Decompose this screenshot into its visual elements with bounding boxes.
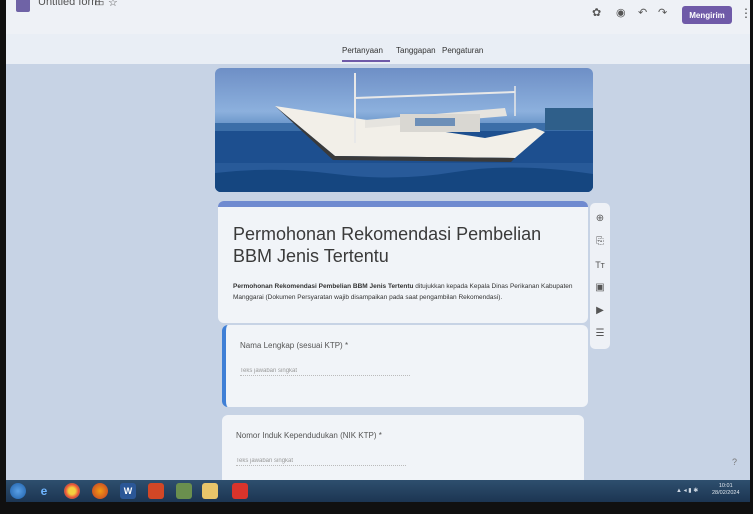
form-tabs: Pertanyaan Tanggapan Pengaturan [6,34,750,64]
form-description[interactable]: Permohonan Rekomendasi Pembelian BBM Jen… [233,281,578,303]
clock-time: 10:01 [718,483,733,489]
add-video-icon[interactable]: ▶ [594,305,606,317]
short-answer-input[interactable] [236,457,406,466]
powerpoint-icon[interactable] [148,483,164,499]
short-answer-input[interactable] [240,367,410,376]
form-title[interactable]: Untitled form [38,0,100,8]
windows-taskbar: e W ▲ ◂ ▮ ✱ 10:01 28/02/2024 [6,480,750,502]
header-image [215,68,593,192]
form-title-card[interactable]: Permohonan Rekomendasi Pembelian BBM Jen… [218,201,588,323]
system-tray-icons[interactable]: ▲ ◂ ▮ ✱ [676,487,698,494]
active-tab-indicator [342,60,390,62]
add-section-icon[interactable]: ☰ [594,328,606,340]
add-image-icon[interactable]: ▣ [594,282,606,294]
form-heading[interactable]: Permohonan Rekomendasi Pembelian BBM Jen… [233,223,578,267]
boat-image [215,73,593,192]
import-questions-icon[interactable]: ⎘ [594,236,606,248]
undo-icon[interactable]: ↶ [638,6,647,19]
star-icon[interactable]: ☆ [108,0,118,9]
folder-icon[interactable]: ▭ [94,0,104,9]
word-icon[interactable]: W [120,483,136,499]
question-label: Nama Lengkap (sesuai KTP) * [240,341,349,350]
question-card-name[interactable]: Nama Lengkap (sesuai KTP) * [222,325,588,407]
google-forms-icon[interactable] [16,0,30,12]
preview-eye-icon[interactable]: ◉ [616,6,626,19]
add-title-icon[interactable]: Tт [594,259,606,271]
pdf-reader-icon[interactable] [232,483,248,499]
tab-settings[interactable]: Pengaturan [442,46,483,55]
chrome-icon[interactable] [64,483,80,499]
clock-date: 28/02/2024 [712,490,740,496]
firefox-icon[interactable] [92,483,108,499]
app-icon[interactable] [176,483,192,499]
more-options-icon[interactable]: ⋮ [740,6,750,20]
question-card-nik[interactable]: Nomor Induk Kependudukan (NIK KTP) * [222,415,584,480]
send-button[interactable]: Mengirim [682,6,732,24]
browser-viewport: Untitled form ▭ ☆ ✿ ◉ ↶ ↷ Mengirim ⋮ Per… [6,0,750,480]
tab-responses[interactable]: Tanggapan [396,46,436,55]
help-icon[interactable]: ? [732,457,737,467]
side-toolbar: ⊕ ⎘ Tт ▣ ▶ ☰ [590,203,610,349]
tab-questions[interactable]: Pertanyaan [342,46,383,55]
form-editor-topbar: Untitled form ▭ ☆ ✿ ◉ ↶ ↷ Mengirim ⋮ [6,0,750,34]
add-question-icon[interactable]: ⊕ [594,213,606,225]
form-description-bold: Permohonan Rekomendasi Pembelian BBM Jen… [233,283,414,290]
start-button-icon[interactable] [10,483,26,499]
question-label: Nomor Induk Kependudukan (NIK KTP) * [236,431,382,440]
internet-explorer-icon[interactable]: e [36,483,52,499]
file-explorer-icon[interactable] [202,483,218,499]
taskbar-clock[interactable]: 10:01 28/02/2024 [712,483,740,497]
redo-icon[interactable]: ↷ [658,6,667,19]
palette-icon[interactable]: ✿ [592,6,601,19]
